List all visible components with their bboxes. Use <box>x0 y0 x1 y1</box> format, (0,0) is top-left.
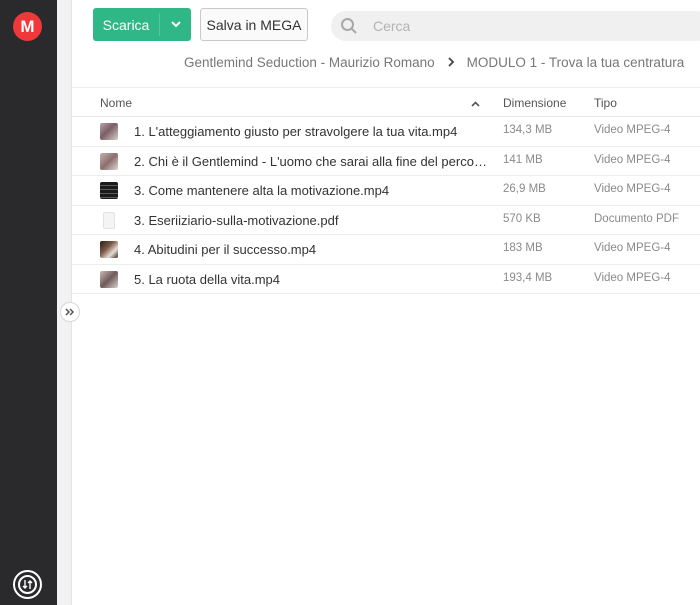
file-name: 3. Come mantenere alta la motivazione.mp… <box>134 183 390 198</box>
file-type: Video MPEG-4 <box>594 183 671 195</box>
download-button[interactable]: Scarica <box>93 8 191 41</box>
file-size: 193,4 MB <box>503 271 553 284</box>
file-type: Video MPEG-4 <box>594 124 671 136</box>
file-name: 3. Eseriiziario-sulla-motivazione.pdf <box>134 212 339 228</box>
file-type: Video MPEG-4 <box>594 153 671 166</box>
save-to-mega-button[interactable]: Salva in MEGA <box>200 8 308 41</box>
column-header-size[interactable]: Dimensione <box>503 96 566 110</box>
expand-panel-icon[interactable] <box>60 302 80 322</box>
file-name: 2. Chi è il Gentlemind - L'uomo che sara… <box>134 153 489 169</box>
file-size: 183 MB <box>503 242 543 254</box>
app-window: M Scarica Salva in MEGA Cerca Gentlemind… <box>0 0 700 605</box>
left-rail: M <box>0 0 57 605</box>
table-row[interactable]: 2. Chi è il Gentlemind - L'uomo che sara… <box>72 147 700 176</box>
search-icon <box>341 18 357 34</box>
video-thumbnail <box>100 270 118 288</box>
breadcrumb-parent[interactable]: Gentlemind Seduction - Maurizio Romano <box>184 55 435 70</box>
file-size: 26,9 MB <box>503 183 546 195</box>
file-table: Nome Dimensione Tipo 1. L'atteggiamento … <box>72 87 700 294</box>
transfer-arrows-icon <box>22 580 33 589</box>
download-button-label[interactable]: Scarica <box>93 8 159 41</box>
file-type: Documento PDF <box>594 212 680 225</box>
column-header-name[interactable]: Nome <box>100 96 132 110</box>
pdf-thumbnail <box>103 211 115 229</box>
table-row[interactable]: 3. Eseriiziario-sulla-motivazione.pdf 57… <box>72 206 700 235</box>
file-size: 141 MB <box>503 153 543 166</box>
file-name: 4. Abitudini per il successo.mp4 <box>134 242 317 257</box>
chevron-right-icon <box>447 56 455 70</box>
table-row[interactable]: 5. La ruota della vita.mp4 193,4 MB Vide… <box>72 265 700 294</box>
transfers-icon[interactable] <box>13 570 42 599</box>
video-thumbnail <box>100 241 118 258</box>
video-thumbnail <box>100 123 118 140</box>
file-size: 570 KB <box>503 212 541 225</box>
column-header-type[interactable]: Tipo <box>594 96 617 110</box>
breadcrumb: Gentlemind Seduction - Maurizio Romano M… <box>184 55 684 70</box>
logo-letter: M <box>20 17 35 36</box>
search-input[interactable] <box>373 11 693 41</box>
file-name: 5. La ruota della vita.mp4 <box>134 271 280 287</box>
search-bar[interactable] <box>331 11 700 41</box>
file-size: 134,3 MB <box>503 124 553 136</box>
sort-asc-icon[interactable] <box>471 96 480 110</box>
table-row[interactable]: 1. L'atteggiamento giusto per stravolger… <box>72 117 700 147</box>
video-thumbnail <box>100 152 118 170</box>
file-name: 1. L'atteggiamento giusto per stravolger… <box>134 124 458 139</box>
video-thumbnail <box>100 182 118 199</box>
table-header: Nome Dimensione Tipo <box>72 87 700 117</box>
chevron-down-icon[interactable] <box>160 8 191 41</box>
file-type: Video MPEG-4 <box>594 242 671 254</box>
table-row[interactable]: 3. Come mantenere alta la motivazione.mp… <box>72 176 700 206</box>
breadcrumb-current[interactable]: MODULO 1 - Trova la tua centratura <box>467 55 685 70</box>
file-type: Video MPEG-4 <box>594 271 671 284</box>
table-row[interactable]: 4. Abitudini per il successo.mp4 183 MB … <box>72 235 700 265</box>
mega-logo-icon[interactable]: M <box>13 12 42 41</box>
